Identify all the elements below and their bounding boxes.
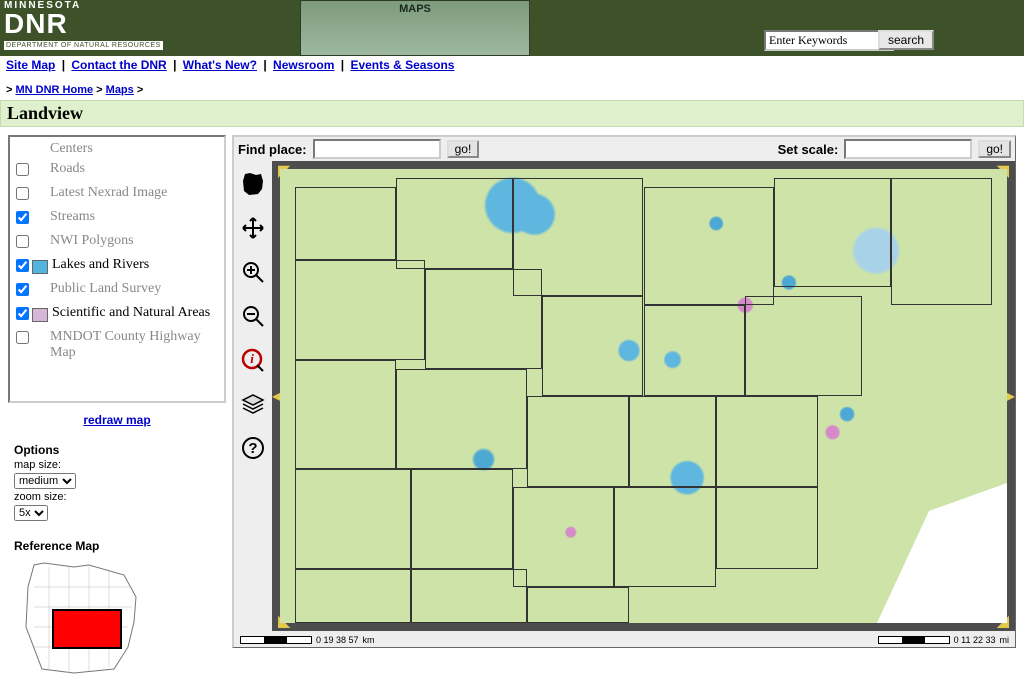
options-panel: Options map size: medium zoom size: 5x bbox=[8, 443, 226, 521]
layer-label: Roads bbox=[50, 161, 85, 177]
logo: MINNESOTA DNR DEPARTMENT OF NATURAL RESO… bbox=[4, 0, 163, 50]
breadcrumb: > MN DNR Home > Maps > bbox=[0, 74, 1024, 100]
layer-label: Scientific and Natural Areas bbox=[52, 305, 210, 321]
svg-text:?: ? bbox=[248, 440, 257, 457]
layer-label: Centers bbox=[32, 141, 93, 157]
find-place-label: Find place: bbox=[238, 142, 307, 157]
mapsize-label: map size: bbox=[14, 459, 220, 471]
search-input[interactable] bbox=[764, 30, 894, 51]
set-scale-label: Set scale: bbox=[778, 142, 839, 157]
zoom-out-icon[interactable] bbox=[240, 303, 266, 329]
scale-mi-ticks: 0 11 22 33 bbox=[954, 635, 996, 645]
svg-text:i: i bbox=[250, 351, 254, 366]
set-scale-go-button[interactable]: go! bbox=[978, 140, 1011, 158]
zoom-in-icon[interactable] bbox=[240, 259, 266, 285]
layer-row: NWI Polygons bbox=[10, 231, 224, 255]
scale-km-ticks: 0 19 38 57 bbox=[316, 635, 359, 645]
identify-icon[interactable]: i bbox=[240, 347, 266, 373]
layer-label: Latest Nexrad Image bbox=[50, 185, 167, 201]
layer-label: Lakes and Rivers bbox=[52, 257, 149, 273]
scale-km: 0 19 38 57 km bbox=[240, 635, 375, 645]
layer-label: Streams bbox=[50, 209, 95, 225]
layer-row: Roads bbox=[10, 159, 224, 183]
logo-agency-full: DEPARTMENT OF NATURAL RESOURCES bbox=[4, 41, 163, 50]
main-content: Centers Roads Latest Nexrad Image Stream… bbox=[0, 127, 1024, 685]
layer-checkbox[interactable] bbox=[16, 235, 29, 248]
layer-label: NWI Polygons bbox=[50, 233, 134, 249]
nav-events[interactable]: Events & Seasons bbox=[350, 58, 454, 72]
site-header: MINNESOTA DNR DEPARTMENT OF NATURAL RESO… bbox=[0, 0, 1024, 56]
pan-icon[interactable] bbox=[240, 215, 266, 241]
options-heading: Options bbox=[14, 443, 220, 457]
layer-checkbox[interactable] bbox=[16, 283, 29, 296]
map-frame: ◤ ◥ ◣ ◢ ◀ ▶ bbox=[272, 161, 1015, 631]
search-box bbox=[764, 30, 894, 51]
find-place-go-button[interactable]: go! bbox=[447, 140, 480, 158]
county-lines bbox=[280, 169, 1007, 623]
layer-row: Scientific and Natural Areas bbox=[10, 303, 224, 327]
help-icon[interactable]: ? bbox=[240, 435, 266, 461]
left-panel: Centers Roads Latest Nexrad Image Stream… bbox=[8, 135, 226, 677]
layer-checkbox[interactable] bbox=[16, 331, 29, 344]
scale-km-unit: km bbox=[363, 635, 375, 645]
page-title: Landview bbox=[0, 100, 1024, 127]
scale-bars: 0 19 38 57 km 0 11 22 33 mi bbox=[234, 631, 1015, 647]
banner-image: MAPS bbox=[300, 0, 530, 56]
refmap-extent-box bbox=[52, 609, 122, 649]
scale-mi: 0 11 22 33 mi bbox=[878, 635, 1009, 645]
map-body: i ? ◤ ◥ ◣ ◢ ◀ ▶ bbox=[234, 161, 1015, 631]
layer-row: Lakes and Rivers bbox=[10, 255, 224, 279]
nav-sitemap[interactable]: Site Map bbox=[6, 58, 55, 72]
nav-contact[interactable]: Contact the DNR bbox=[71, 58, 166, 72]
mn-extent-icon[interactable] bbox=[240, 171, 266, 197]
layer-label: Public Land Survey bbox=[50, 281, 161, 297]
find-bar: Find place: go! Set scale: go! bbox=[234, 137, 1015, 161]
layer-row: Public Land Survey bbox=[10, 279, 224, 303]
layer-checkbox[interactable] bbox=[16, 259, 29, 272]
layers-icon[interactable] bbox=[240, 391, 266, 417]
layer-swatch bbox=[32, 260, 48, 274]
layer-checkbox[interactable] bbox=[16, 211, 29, 224]
layer-label: MNDOT County Highway Map bbox=[50, 329, 218, 361]
crumb-maps[interactable]: Maps bbox=[106, 84, 134, 96]
nav-newsroom[interactable]: Newsroom bbox=[273, 58, 334, 72]
scale-mi-unit: mi bbox=[1000, 635, 1010, 645]
logo-agency: DNR bbox=[4, 11, 163, 36]
scalebar-km-icon bbox=[240, 636, 312, 644]
redraw-map-link[interactable]: redraw map bbox=[83, 413, 150, 427]
layer-checkbox[interactable] bbox=[16, 163, 29, 176]
layer-checkbox[interactable] bbox=[16, 187, 29, 200]
layer-swatch bbox=[32, 308, 48, 322]
map-column: Find place: go! Set scale: go! i ? ◤ ◥ ◣ bbox=[232, 135, 1016, 648]
find-place-input[interactable] bbox=[313, 139, 441, 159]
set-scale-input[interactable] bbox=[844, 139, 972, 159]
layer-list[interactable]: Centers Roads Latest Nexrad Image Stream… bbox=[8, 135, 226, 403]
tool-palette: i ? bbox=[234, 161, 272, 631]
refmap-heading: Reference Map bbox=[14, 539, 226, 553]
top-nav: Site Map | Contact the DNR | What's New?… bbox=[0, 56, 1024, 74]
mapsize-select[interactable]: medium bbox=[14, 473, 76, 489]
crumb-home[interactable]: MN DNR Home bbox=[15, 84, 93, 96]
nav-whatsnew[interactable]: What's New? bbox=[183, 58, 257, 72]
reference-map[interactable] bbox=[14, 557, 144, 677]
search-button[interactable]: search bbox=[878, 30, 934, 50]
layer-row: MNDOT County Highway Map bbox=[10, 327, 224, 363]
zoomsize-label: zoom size: bbox=[14, 491, 220, 503]
scalebar-mi-icon bbox=[878, 636, 950, 644]
zoomsize-select[interactable]: 5x bbox=[14, 505, 48, 521]
layer-row: Latest Nexrad Image bbox=[10, 183, 224, 207]
layer-row: Centers bbox=[10, 139, 224, 159]
layer-checkbox[interactable] bbox=[16, 307, 29, 320]
map-image[interactable] bbox=[280, 169, 1007, 623]
redraw-link-wrap: redraw map bbox=[8, 403, 226, 443]
layer-row: Streams bbox=[10, 207, 224, 231]
